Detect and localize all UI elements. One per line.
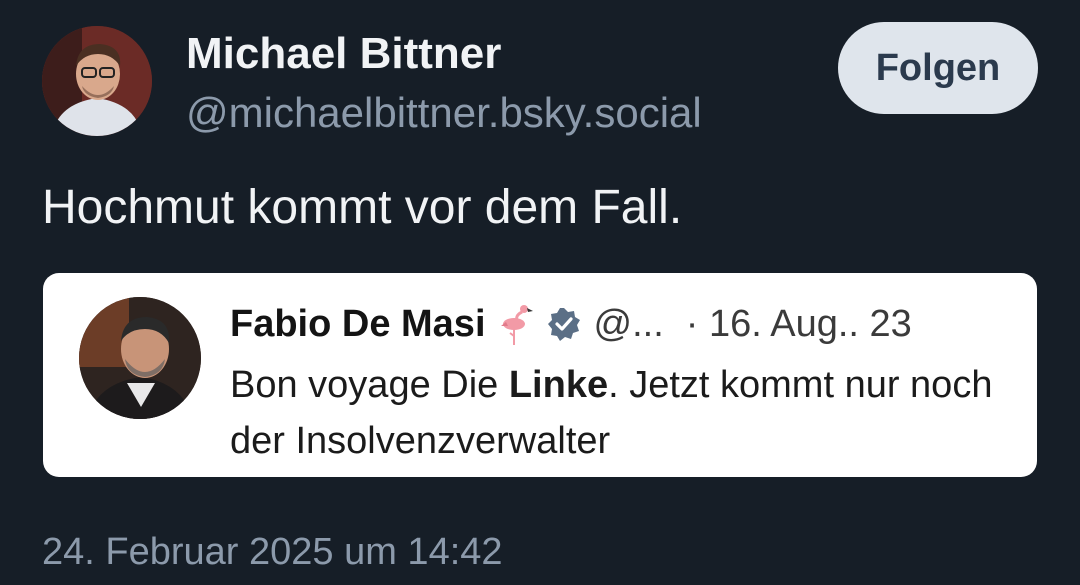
post-text: Hochmut kommt vor dem Fall. <box>42 181 683 234</box>
quoted-text-part: Bon voyage Die <box>230 364 509 406</box>
quoted-text-bold: Linke <box>508 364 609 406</box>
verified-badge-icon <box>546 306 582 342</box>
post-timestamp[interactable]: 24. Februar 2025 um 14:42 <box>42 527 503 577</box>
author-handle[interactable]: @michaelbittner.bsky.social <box>186 86 702 140</box>
quoted-author-handle[interactable]: @... <box>594 303 664 346</box>
quoted-post-header: Fabio De Masi @... · 16. Aug.. 23 <box>230 299 912 349</box>
quoted-post-text: Bon voyage Die Linke. Jetzt kommt nur no… <box>230 357 1030 469</box>
quoted-author-name[interactable]: Fabio De Masi <box>230 303 486 346</box>
flamingo-icon <box>500 302 534 346</box>
author-avatar[interactable] <box>42 26 152 136</box>
quoted-post-date: · 16. Aug.. 23 <box>685 302 912 345</box>
quoted-post-card[interactable]: Fabio De Masi @... · 16. Aug.. 23 Bon vo… <box>43 273 1037 477</box>
quoted-author-avatar[interactable] <box>79 297 201 419</box>
follow-button[interactable]: Folgen <box>838 22 1038 114</box>
author-name[interactable]: Michael Bittner <box>186 26 501 82</box>
